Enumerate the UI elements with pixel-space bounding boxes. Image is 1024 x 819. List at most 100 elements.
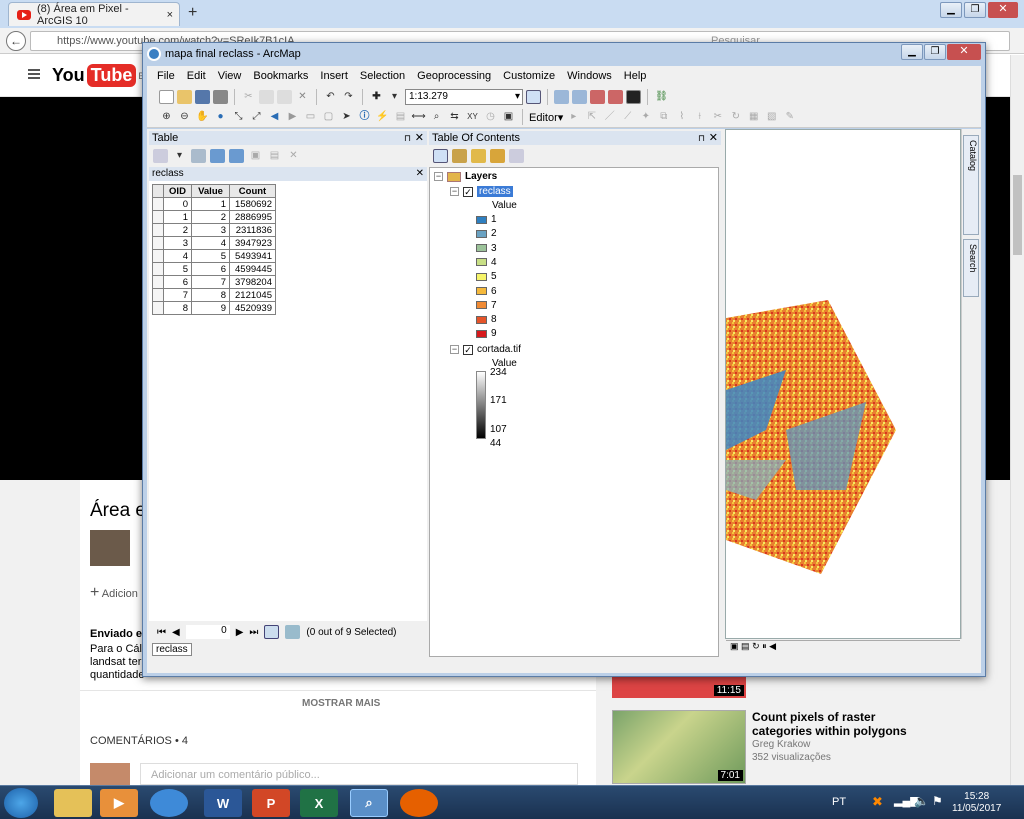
table-row[interactable]: 2 3 2311836 <box>152 223 276 237</box>
reclass-visibility-checkbox[interactable]: ✓ <box>463 186 473 197</box>
trace-icon[interactable]: ⟋ <box>620 110 635 124</box>
first-record-icon[interactable]: ⏮ <box>157 627 166 638</box>
create-features-icon[interactable]: ✎ <box>782 110 797 124</box>
file-explorer-icon[interactable] <box>54 789 92 817</box>
list-by-drawing-order-icon[interactable] <box>433 149 448 163</box>
find-route-icon[interactable]: ⇆ <box>447 110 462 124</box>
system-clock[interactable]: 15:28 11/05/2017 <box>952 791 1001 815</box>
media-player-icon[interactable]: ▶ <box>100 789 138 817</box>
forward-extent-icon[interactable]: ▶ <box>285 110 300 124</box>
table-row[interactable]: 0 1 1580692 <box>152 197 276 211</box>
menu-selection[interactable]: Selection <box>360 70 405 82</box>
scroll-left-icon[interactable]: ◀ <box>769 641 776 651</box>
zoom-out-icon[interactable]: ⊖ <box>177 110 192 124</box>
toc-pin-icon[interactable]: ⊓ <box>698 131 705 145</box>
model-builder-icon[interactable]: ⛓ <box>654 90 669 104</box>
clear-table-selection-icon[interactable]: ▣ <box>248 149 263 163</box>
hamburger-menu-icon[interactable] <box>28 69 40 79</box>
column-header-value[interactable]: Value <box>191 184 230 198</box>
undo-icon[interactable]: ↶ <box>323 90 338 104</box>
full-extent-icon[interactable]: ● <box>213 110 228 124</box>
recommended-thumbnail-2[interactable]: 7:01 <box>612 710 746 784</box>
table-tab-reclass[interactable]: reclass <box>152 643 192 656</box>
paste-icon[interactable] <box>277 89 292 104</box>
select-elements-arrow-icon[interactable]: ➤ <box>339 110 354 124</box>
menu-insert[interactable]: Insert <box>320 70 348 82</box>
python-window-icon[interactable] <box>626 89 641 104</box>
fixed-zoom-out-icon[interactable]: ⤢ <box>249 110 264 124</box>
back-arrow-icon[interactable]: ← <box>6 31 26 51</box>
menu-customize[interactable]: Customize <box>503 70 555 82</box>
page-scrollbar[interactable] <box>1010 55 1024 785</box>
time-slider-icon[interactable]: ◷ <box>483 110 498 124</box>
table-options-dropdown-icon[interactable]: ▾ <box>172 149 187 163</box>
reshape-icon[interactable]: ⌇ <box>674 110 689 124</box>
recommended-title-2[interactable]: Count pixels of raster categories within … <box>752 710 907 738</box>
table-row[interactable]: 3 4 3947923 <box>152 236 276 250</box>
arcmap-taskbar-icon[interactable]: ⌕ <box>350 789 388 817</box>
collapse-layers-icon[interactable]: − <box>434 172 443 181</box>
rotate-icon[interactable]: ↻ <box>728 110 743 124</box>
rec2-channel[interactable]: Greg Krakow <box>752 739 810 750</box>
open-folder-icon[interactable] <box>177 89 192 104</box>
previous-record-icon[interactable]: ◀ <box>172 627 180 638</box>
back-extent-icon[interactable]: ◀ <box>267 110 282 124</box>
table-of-contents-icon[interactable] <box>554 89 569 104</box>
map-scale-dropdown[interactable]: 1:13.279 ▾ <box>405 88 523 105</box>
cortada-visibility-checkbox[interactable]: ✓ <box>463 344 473 355</box>
catalog-window-icon[interactable] <box>572 89 587 104</box>
table-close-icon[interactable]: ✕ <box>415 131 424 145</box>
split-icon[interactable]: ✂ <box>710 110 725 124</box>
attributes-icon[interactable]: ▦ <box>746 110 761 124</box>
legend-class-item[interactable]: 4 <box>476 257 497 268</box>
start-button-icon[interactable] <box>4 788 38 818</box>
list-by-source-icon[interactable] <box>452 149 467 163</box>
browser-minimize-button[interactable]: ▁ <box>940 2 962 18</box>
comment-input[interactable]: Adicionar um comentário público... <box>140 763 578 785</box>
data-view-icon[interactable]: ▤ <box>741 641 750 651</box>
layer-cortada[interactable]: cortada.tif <box>477 344 521 355</box>
clear-selection-icon[interactable]: ▢ <box>321 110 336 124</box>
menu-help[interactable]: Help <box>624 70 647 82</box>
zoom-in-icon[interactable]: ⊕ <box>159 110 174 124</box>
menu-file[interactable]: File <box>157 70 175 82</box>
security-alert-icon[interactable]: ✖ <box>872 794 883 810</box>
table-row[interactable]: 5 6 4599445 <box>152 262 276 276</box>
legend-class-item[interactable]: 8 <box>476 314 497 325</box>
collapse-cortada-icon[interactable]: − <box>450 345 459 354</box>
toc-title-bar[interactable]: Table Of Contents ⊓ ✕ <box>429 131 721 145</box>
list-by-visibility-icon[interactable] <box>471 149 486 163</box>
table-row[interactable]: 4 5 5493941 <box>152 249 276 263</box>
select-by-attributes-icon[interactable] <box>210 149 225 163</box>
editor-toolbar-toggle-icon[interactable] <box>526 89 541 104</box>
search-window-icon[interactable] <box>590 89 605 104</box>
table-row[interactable]: 1 2 2886995 <box>152 210 276 224</box>
reselect-icon[interactable]: ▤ <box>267 149 282 163</box>
edit-vertices-icon[interactable]: ⧉ <box>656 110 671 124</box>
arcmap-title-bar[interactable]: mapa final reclass - ArcMap ▁ ❐ ✕ <box>143 43 985 65</box>
delete-selected-icon[interactable]: ✕ <box>286 149 301 163</box>
next-record-icon[interactable]: ▶ <box>236 627 244 638</box>
browser-maximize-button[interactable]: ❐ <box>964 2 986 18</box>
legend-class-item[interactable]: 7 <box>476 300 497 311</box>
table-row[interactable]: 7 8 2121045 <box>152 288 276 302</box>
redo-icon[interactable]: ↷ <box>341 90 356 104</box>
delete-icon[interactable]: ✕ <box>295 90 310 104</box>
map-display[interactable]: ▣ ▤ ↻ ⏸ ◀ <box>725 129 961 654</box>
cut-icon[interactable]: ✂ <box>241 90 256 104</box>
column-header-count[interactable]: Count <box>229 184 276 198</box>
refresh-icon[interactable]: ↻ <box>752 641 760 651</box>
side-tab-catalog[interactable]: Catalog <box>963 135 979 235</box>
legend-class-item[interactable]: 2 <box>476 228 497 239</box>
powerpoint-icon[interactable]: P <box>252 789 290 817</box>
show-all-records-icon[interactable] <box>264 625 280 639</box>
browser-tab[interactable]: (8) Área em Pixel - ArcGIS 10 × <box>8 2 180 27</box>
add-data-icon[interactable]: ✚ <box>369 90 384 104</box>
arcmap-close-button[interactable]: ✕ <box>947 44 981 60</box>
legend-class-item[interactable]: 1 <box>476 214 497 225</box>
last-record-icon[interactable]: ⏭ <box>249 627 258 638</box>
editor-menu[interactable]: Editor▾ <box>529 111 563 124</box>
straight-segment-icon[interactable]: ／ <box>602 110 617 124</box>
browser-close-button[interactable]: ✕ <box>988 2 1018 18</box>
table-row[interactable]: 6 7 3798204 <box>152 275 276 289</box>
